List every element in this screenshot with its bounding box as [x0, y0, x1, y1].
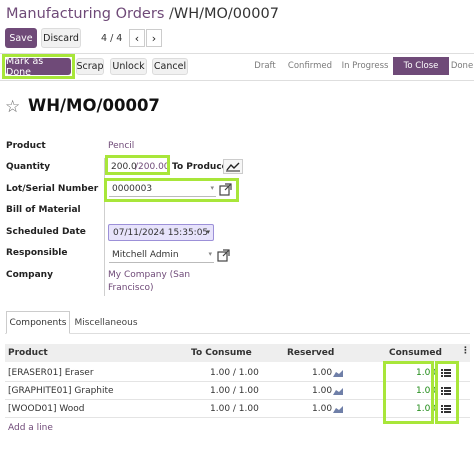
row-reserved: 1.00 — [312, 404, 333, 414]
status-confirmed[interactable]: Confirmed — [286, 57, 334, 75]
caret-down-icon[interactable]: ▾ — [208, 250, 212, 258]
responsible-input[interactable]: Mitchell Admin ▾ — [109, 249, 214, 263]
lot-label: Lot/Serial Number — [6, 184, 99, 194]
breadcrumb-parent[interactable]: Manufacturing Orders — [6, 6, 164, 22]
chart-icon[interactable] — [333, 405, 343, 413]
record-name: WH/MO/00007 — [28, 96, 160, 115]
tab-components[interactable]: Components — [6, 311, 70, 334]
unlock-button[interactable]: Unlock — [110, 58, 147, 75]
highlight-quantity — [105, 155, 170, 175]
breadcrumb: Manufacturing Orders /WH/MO/00007 — [6, 6, 279, 22]
scheduled-date-value: 07/11/2024 15:35:05 — [113, 228, 209, 238]
responsible-label: Responsible — [6, 248, 68, 258]
highlight-list — [435, 361, 459, 424]
cancel-button[interactable]: Cancel — [152, 58, 188, 75]
to-produce-label: To Produce — [172, 162, 228, 172]
table-header: Product To Consume Reserved Consumed ⋮ — [5, 344, 470, 362]
header-consumed[interactable]: Consumed — [389, 348, 442, 358]
discard-button[interactable]: Discard — [41, 28, 81, 48]
chart-icon[interactable] — [223, 159, 243, 174]
company-value-line2[interactable]: Francisco) — [108, 283, 154, 293]
scheduled-date-label: Scheduled Date — [6, 227, 86, 237]
chevron-right-icon[interactable]: › — [146, 29, 162, 47]
header-reserved[interactable]: Reserved — [287, 348, 334, 358]
header-to-consume[interactable]: To Consume — [191, 348, 252, 358]
chart-icon[interactable] — [333, 369, 343, 377]
row-to-consume: 1.00 / 1.00 — [210, 404, 259, 414]
add-line-link[interactable]: Add a line — [8, 423, 53, 433]
highlight-consumed — [383, 361, 434, 424]
row-product: [ERASER01] Eraser — [8, 368, 94, 378]
company-value-line1[interactable]: My Company (San — [108, 270, 190, 280]
scheduled-date-input[interactable]: 07/11/2024 15:35:05 ▾ — [108, 224, 214, 241]
product-label: Product — [6, 141, 46, 151]
row-reserved: 1.00 — [312, 386, 333, 396]
row-product: [WOOD01] Wood — [8, 404, 85, 414]
pager-value: 4 / 4 — [101, 33, 123, 44]
caret-down-icon[interactable]: ▾ — [206, 228, 210, 236]
product-value[interactable]: Pencil — [108, 141, 134, 151]
chart-icon[interactable] — [333, 387, 343, 395]
breadcrumb-current: WH/MO/00007 — [173, 6, 279, 22]
star-icon[interactable]: ☆ — [5, 97, 20, 117]
row-reserved: 1.00 — [312, 368, 333, 378]
highlight-mark-done — [2, 54, 75, 79]
row-to-consume: 1.00 / 1.00 — [210, 386, 259, 396]
scrap-button[interactable]: Scrap — [76, 58, 104, 75]
tab-miscellaneous[interactable]: Miscellaneous — [74, 311, 138, 334]
row-product: [GRAPHITE01] Graphite — [8, 386, 114, 396]
status-draft[interactable]: Draft — [247, 57, 283, 75]
header-product[interactable]: Product — [8, 348, 48, 358]
bom-label: Bill of Material — [6, 205, 81, 215]
responsible-value: Mitchell Admin — [112, 250, 179, 260]
header-options-icon[interactable]: ⋮ — [461, 346, 470, 356]
external-link-icon[interactable] — [217, 249, 230, 265]
divider — [0, 80, 474, 81]
row-to-consume: 1.00 / 1.00 — [210, 368, 259, 378]
highlight-lot — [104, 178, 239, 202]
chevron-left-icon[interactable]: ‹ — [129, 29, 145, 47]
status-done[interactable]: Done — [450, 57, 474, 75]
quantity-label: Quantity — [6, 162, 51, 172]
status-in-progress[interactable]: In Progress — [341, 57, 389, 75]
company-label: Company — [6, 270, 53, 280]
status-to-close[interactable]: To Close — [393, 57, 449, 75]
save-button[interactable]: Save — [5, 28, 37, 48]
